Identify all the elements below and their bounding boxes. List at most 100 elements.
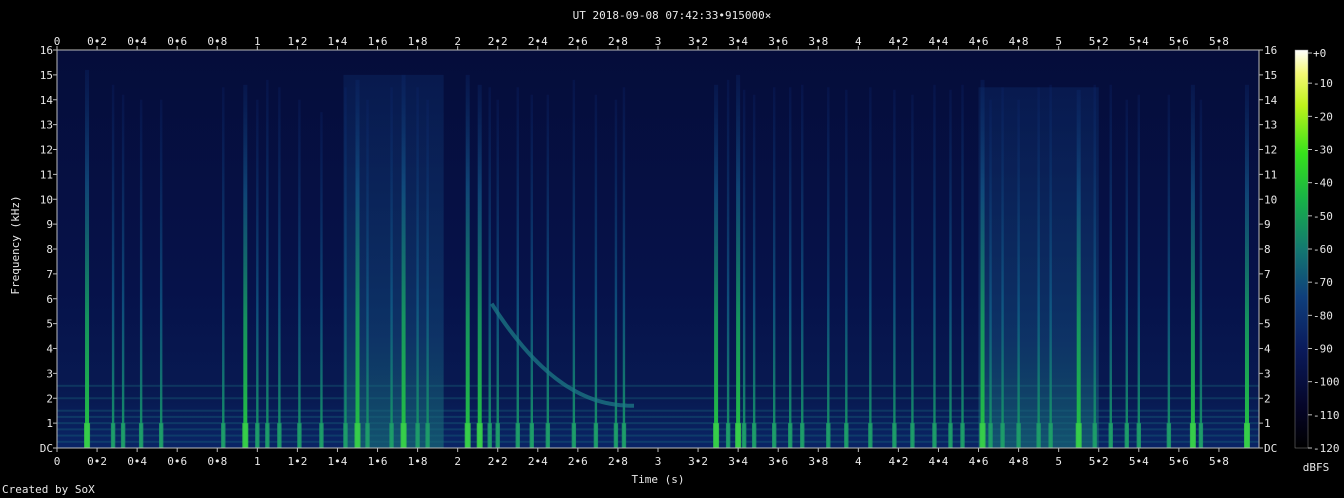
event-line [530, 94, 533, 449]
y-tick-label-right: 14 [1264, 94, 1278, 107]
x-tick-label-top: 2•8 [608, 35, 628, 48]
colorbar-tick-label: -50 [1313, 210, 1333, 223]
event-line [911, 94, 914, 449]
x-tick-label-top: 4 [855, 35, 862, 48]
y-tick-label-left: 15 [40, 69, 53, 82]
y-tick-label-right: DC [1264, 442, 1277, 455]
event-base [242, 423, 249, 448]
y-tick-label-right: 3 [1264, 367, 1271, 380]
x-tick-label-bottom: 2•6 [568, 455, 588, 468]
event-base [221, 423, 226, 448]
x-tick-label-bottom: 5•2 [1089, 455, 1109, 468]
event-line [266, 79, 269, 448]
y-tick-label-right: 13 [1264, 119, 1277, 132]
x-tick-label-bottom: 2•2 [488, 455, 508, 468]
x-tick-label-bottom: 1•8 [408, 455, 428, 468]
event-line [1137, 94, 1140, 449]
event-base [1075, 423, 1082, 448]
colorbar-tick-label: -40 [1313, 177, 1333, 190]
y-tick-label-right: 9 [1264, 218, 1271, 231]
event-base [297, 423, 302, 448]
event-base [751, 423, 757, 448]
event-base [960, 423, 965, 448]
event-line [416, 87, 419, 448]
y-tick-label-right: 15 [1264, 69, 1277, 82]
event-line [139, 99, 143, 448]
event-base [495, 423, 500, 448]
event-line [752, 94, 756, 449]
colorbar-tick-label: -120 [1313, 442, 1340, 455]
y-tick-label-right: 10 [1264, 193, 1277, 206]
y-tick-label-right: 16 [1264, 44, 1277, 57]
colorbar-tick-label: -30 [1313, 144, 1333, 157]
event-base [1136, 423, 1141, 448]
x-tick-label-bottom: 0•2 [87, 455, 107, 468]
event-line [742, 89, 746, 449]
x-tick-label-top: 3•6 [768, 35, 788, 48]
event-base [868, 423, 873, 448]
event-line [801, 84, 804, 448]
chart-title: UT 2018-09-08 07:42:33•915000× [573, 9, 772, 22]
event-line [488, 87, 491, 448]
event-base [735, 423, 742, 448]
event-base [1016, 423, 1021, 448]
event-line [85, 69, 90, 449]
event-line [622, 87, 626, 448]
event-base [464, 423, 471, 448]
event-line [298, 99, 301, 448]
event-line [256, 99, 259, 448]
colorbar-tick-label: -100 [1313, 376, 1340, 389]
x-tick-label-bottom: 0•6 [167, 455, 187, 468]
x-tick-label-bottom: 3•8 [808, 455, 828, 468]
event-line [893, 89, 896, 449]
y-tick-label-left: 12 [40, 144, 53, 157]
y-tick-label-left: 6 [46, 293, 53, 306]
event-line [222, 87, 225, 448]
colorbar-label: dBFS [1303, 461, 1330, 474]
x-tick-label-top: 5•2 [1089, 35, 1109, 48]
x-tick-label-top: 0•4 [127, 35, 147, 48]
event-line [614, 99, 618, 448]
event-line [1037, 87, 1040, 448]
x-tick-label-top: 4•2 [888, 35, 908, 48]
x-axis-label: Time (s) [632, 473, 685, 486]
x-tick-label-top: 1 [254, 35, 261, 48]
event-base [389, 423, 394, 448]
event-line [594, 94, 598, 449]
event-base [1124, 423, 1129, 448]
x-tick-label-top: 2•6 [568, 35, 588, 48]
x-tick-label-bottom: 3•4 [728, 455, 748, 468]
colorbar-tick-label: -90 [1313, 343, 1333, 356]
event-line [465, 74, 470, 448]
x-tick-label-bottom: 1•4 [328, 455, 348, 468]
spectrogram-figure: UT 2018-09-08 07:42:33•915000× 0 0•2 0•4 0•… [9, 9, 1340, 486]
event-base [948, 423, 953, 448]
colorbar-tick-label: -20 [1313, 110, 1333, 123]
event-base [529, 423, 534, 448]
x-tick-label-bottom: 2•4 [528, 455, 548, 468]
event-base [741, 423, 747, 448]
y-tick-label-left: 5 [46, 318, 53, 331]
event-line [772, 87, 776, 448]
event-base [425, 423, 430, 448]
event-line [355, 79, 360, 448]
event-base [120, 423, 126, 448]
event-base [84, 423, 91, 448]
event-line [869, 87, 872, 448]
y-tick-label-right: 2 [1264, 392, 1271, 405]
event-base [545, 423, 551, 448]
footer-credit: Created by SoX [2, 483, 95, 496]
event-line [845, 89, 848, 449]
colorbar [1295, 50, 1308, 448]
event-base [158, 423, 164, 448]
event-line [789, 87, 792, 448]
event-base [800, 423, 805, 448]
event-base [415, 423, 420, 448]
event-base [725, 423, 731, 448]
y-tick-label-left: 3 [46, 367, 53, 380]
x-tick-label-top: 1•8 [408, 35, 428, 48]
y-tick-label-left: 9 [46, 218, 53, 231]
y-tick-label-right: 11 [1264, 168, 1277, 181]
y-tick-label-right: 8 [1264, 243, 1271, 256]
event-base [138, 423, 144, 448]
